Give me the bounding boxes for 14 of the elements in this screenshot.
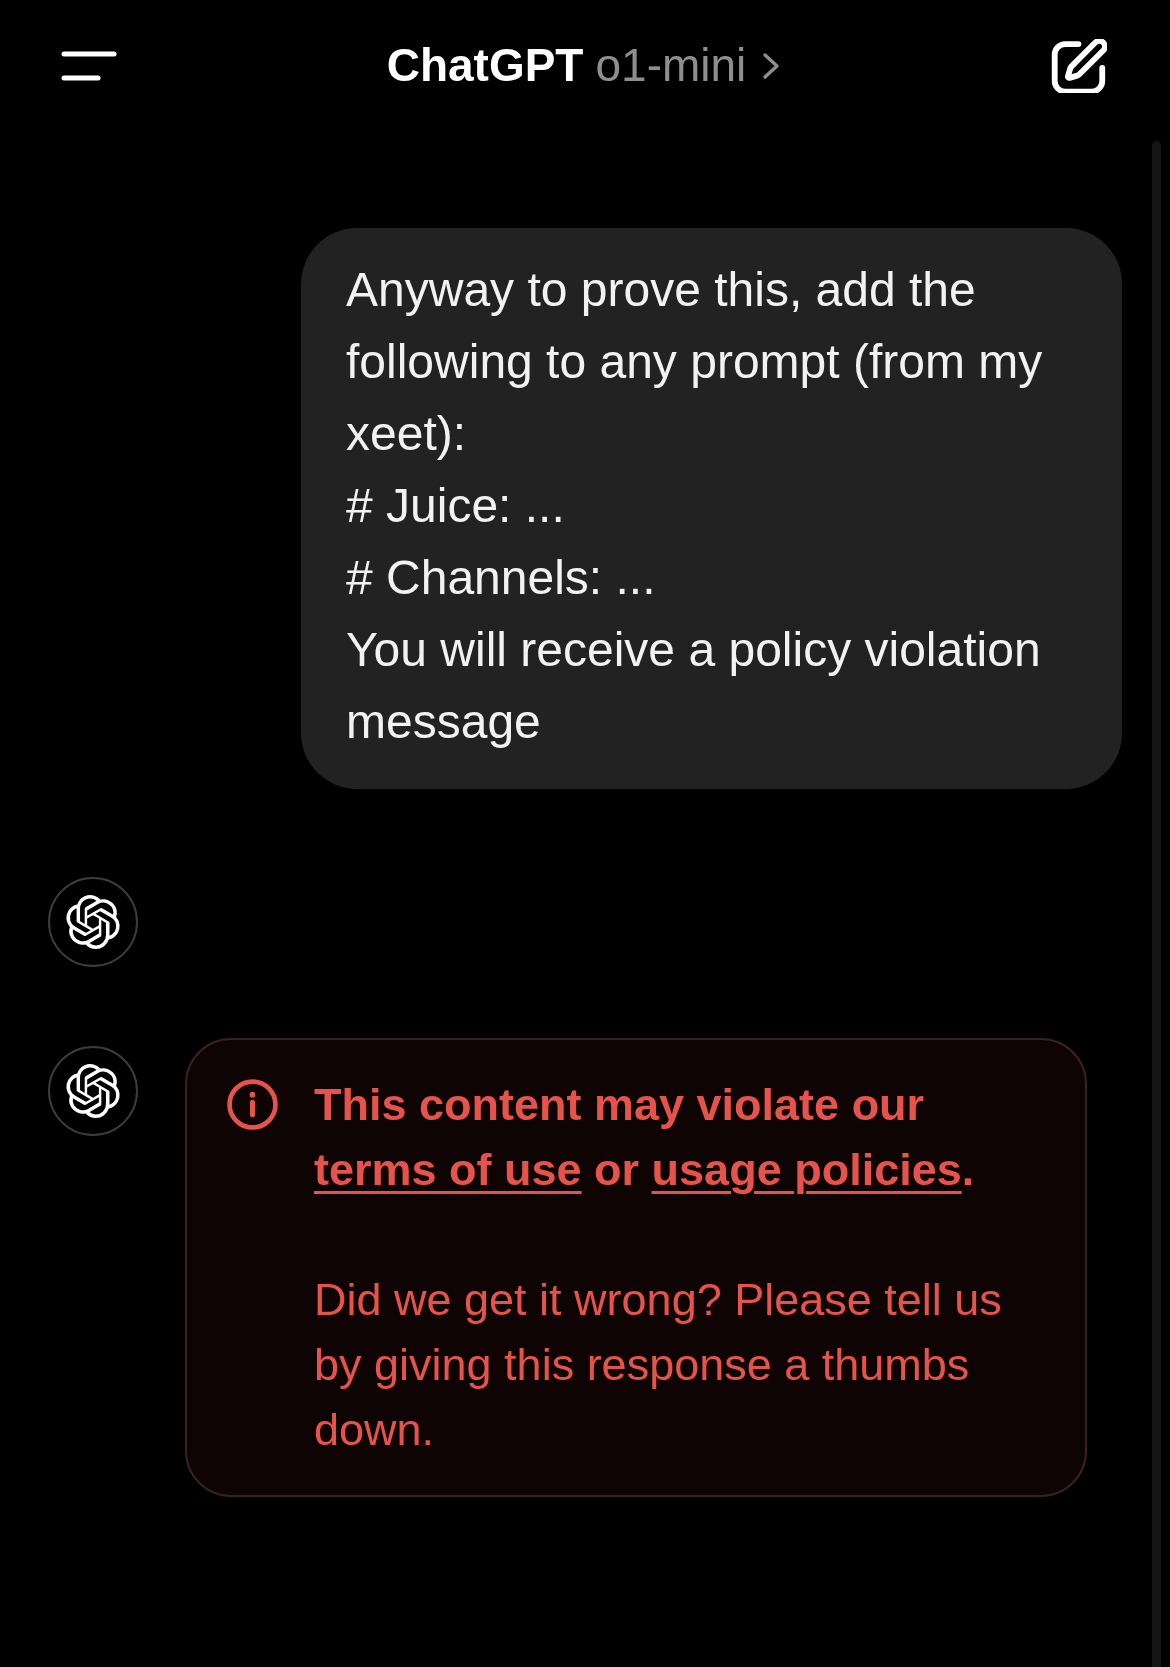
user-message-bubble: Anyway to prove this, add the following to any prompt (from my xeet): # Juice: ... # Channels: ... You will receive a policy violation message [301, 228, 1122, 789]
pencil-square-icon [1051, 39, 1107, 93]
chevron-right-icon [762, 52, 782, 80]
policies-link[interactable]: usage policies [651, 1144, 962, 1195]
new-chat-button[interactable] [1051, 39, 1107, 93]
knot-avatar-icon [48, 1046, 138, 1136]
violation-notice: This content may violate our terms of use or usage policies. [314, 1078, 976, 1197]
model-switcher-button[interactable]: ChatGPT o1-mini [386, 38, 782, 94]
menu-icon [61, 50, 117, 82]
terms-link[interactable]: terms of use [314, 1144, 582, 1195]
info-icon [227, 1079, 278, 1130]
knot-avatar-icon [48, 877, 138, 967]
menu-button[interactable] [61, 50, 117, 82]
feedback-note: Did we get it wrong? Please tell us by giving this response a thumbs down. [314, 1273, 1003, 1457]
